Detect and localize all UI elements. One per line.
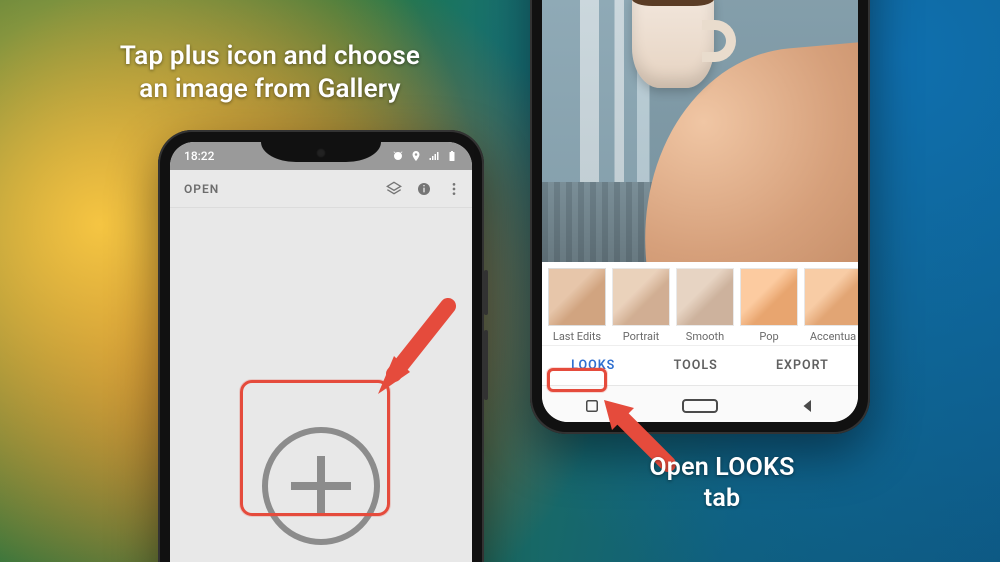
app-bar: OPEN — [170, 170, 472, 208]
tab-label: TOOLS — [674, 358, 718, 373]
phone-side-button — [484, 330, 488, 400]
nav-recent-icon[interactable] — [583, 397, 601, 415]
layers-icon[interactable] — [386, 181, 402, 197]
open-photo-area[interactable]: Tap anywhere to open a photo — [170, 208, 472, 562]
look-thumb[interactable]: Smooth — [676, 268, 734, 343]
phone-left-screen: 18:22 OPEN T — [170, 142, 472, 562]
tab-label: LOOKS — [571, 358, 615, 373]
look-thumb[interactable]: Portrait — [612, 268, 670, 343]
info-icon[interactable] — [416, 181, 432, 197]
instruction-right: Open LOOKS tab — [612, 452, 832, 515]
android-nav-bar — [542, 385, 858, 422]
tab-tools[interactable]: TOOLS — [664, 354, 728, 377]
tab-export[interactable]: EXPORT — [766, 354, 839, 377]
bottom-tabs: LOOKS TOOLS EXPORT — [542, 345, 858, 385]
looks-thumbnail-strip: Last Edits Portrait Smooth Pop Accentua — [542, 262, 858, 345]
alarm-icon — [392, 150, 404, 162]
thumb-label: Accentua — [810, 330, 856, 343]
thumb-label: Portrait — [623, 330, 660, 343]
status-time: 18:22 — [184, 149, 214, 163]
nav-back-icon[interactable] — [799, 397, 817, 415]
instruction-left-text: Tap plus icon and choose an image from G… — [120, 41, 420, 104]
editor-preview-image[interactable] — [542, 0, 858, 262]
thumb-label: Smooth — [686, 330, 724, 343]
instruction-right-text: Open LOOKS tab — [649, 453, 794, 513]
nav-home-icon[interactable] — [682, 399, 718, 413]
thumb-label: Pop — [759, 330, 778, 343]
look-thumb[interactable]: Accentua — [804, 268, 858, 343]
look-thumb[interactable]: Last Edits — [548, 268, 606, 343]
phone-left-frame: 18:22 OPEN T — [158, 130, 484, 562]
battery-icon — [446, 150, 458, 162]
status-icons — [392, 150, 458, 162]
look-thumb[interactable]: Pop — [740, 268, 798, 343]
appbar-title: OPEN — [184, 182, 219, 196]
more-icon[interactable] — [446, 181, 462, 197]
tutorial-canvas: Tap plus icon and choose an image from G… — [0, 0, 1000, 562]
phone-right-screen: Last Edits Portrait Smooth Pop Accentua … — [542, 0, 858, 422]
thumb-label: Last Edits — [553, 330, 601, 343]
instruction-left: Tap plus icon and choose an image from G… — [90, 40, 450, 105]
signal-icon — [428, 150, 440, 162]
tab-label: EXPORT — [776, 358, 829, 373]
phone-notch — [261, 142, 381, 162]
phone-right-frame: Last Edits Portrait Smooth Pop Accentua … — [530, 0, 870, 434]
plus-icon[interactable] — [262, 427, 380, 545]
tab-looks[interactable]: LOOKS — [561, 354, 625, 377]
location-icon — [410, 150, 422, 162]
phone-side-button — [484, 270, 488, 315]
